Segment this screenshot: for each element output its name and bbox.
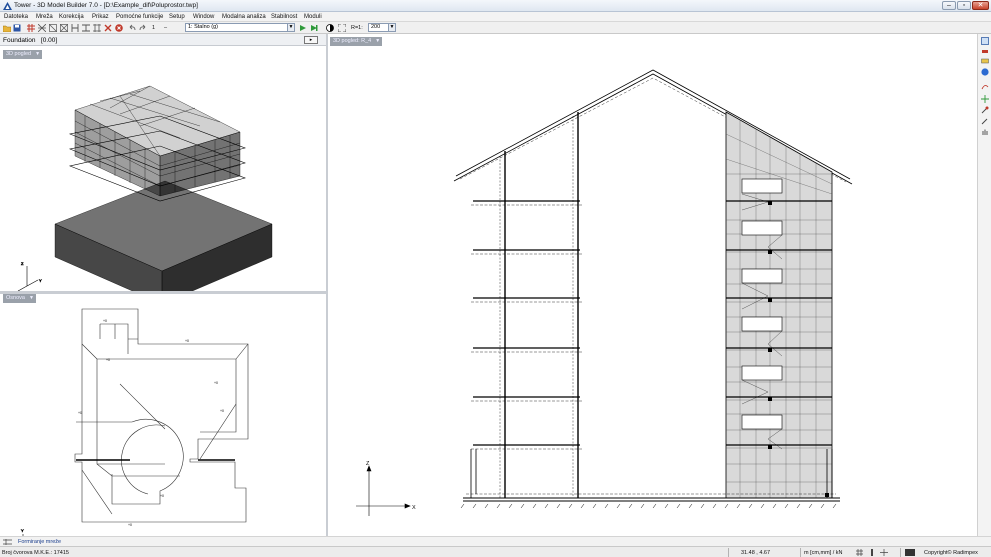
ratio-label: R=1: — [351, 25, 363, 31]
save-icon[interactable] — [13, 24, 21, 32]
menu-korekcija[interactable]: Korekcija — [59, 14, 84, 20]
undo-icon[interactable] — [128, 24, 136, 32]
menu-moduli[interactable]: Moduli — [304, 14, 322, 20]
3d-view-icon[interactable] — [981, 37, 989, 45]
axis-triad-icon: Z X Y — [17, 261, 42, 291]
info-icon[interactable] — [981, 68, 989, 76]
level-value: [0.00] — [40, 36, 58, 44]
print-icon[interactable] — [981, 47, 989, 55]
tower-wireframe — [74, 85, 241, 197]
tab-formiranje-mreze[interactable]: Formiranje mreže — [18, 539, 61, 545]
chevron-down-icon[interactable]: ▼ — [287, 24, 294, 31]
units-display[interactable]: m [cm,mm] / kN — [804, 550, 843, 556]
toolbar: 1 – 1: Stalno (g) ▼ R=1: 200 ▼ — [0, 22, 991, 34]
previous-case-icon[interactable] — [299, 24, 307, 32]
load-case-select[interactable]: 1: Stalno (g) ▼ — [185, 23, 295, 32]
pencil-icon[interactable] — [981, 117, 989, 125]
mesh-cross-icon[interactable] — [60, 24, 68, 32]
menu-window[interactable]: Window — [193, 14, 214, 20]
menu-setup[interactable]: Setup — [169, 14, 185, 20]
mesh-h-icon[interactable] — [71, 24, 79, 32]
svg-text:+0: +0 — [103, 319, 107, 323]
rotate-icon[interactable] — [981, 83, 989, 91]
redo-icon[interactable] — [139, 24, 147, 32]
stop-icon[interactable] — [115, 24, 123, 32]
mesh-i-icon[interactable] — [82, 24, 90, 32]
contrast-icon[interactable] — [326, 24, 334, 32]
hand-icon[interactable] — [981, 128, 989, 136]
axis-x-label: X — [412, 505, 416, 511]
copyright: Copyright© Radimpex — [924, 549, 978, 556]
close-button[interactable]: ✕ — [972, 1, 989, 10]
svg-text:Y: Y — [39, 278, 42, 283]
svg-text:+0: +0 — [185, 339, 189, 343]
ortho-toggle-icon[interactable] — [880, 549, 888, 556]
elevation-drawing[interactable]: X Z — [328, 34, 977, 536]
menu-mreza[interactable]: Mreža — [36, 14, 53, 20]
columns — [504, 112, 579, 498]
svg-text:+0: +0 — [214, 381, 218, 385]
chevron-down-icon[interactable]: ▼ — [388, 24, 395, 31]
footer-tab-bar: Formiranje mreže — [0, 536, 991, 546]
ratio-select[interactable]: 200 ▼ — [368, 23, 396, 32]
mesh-grid-icon[interactable] — [27, 24, 35, 32]
elevation-panel: 3D pogled: R_4 ▼ X Z — [328, 34, 977, 536]
shear-wall — [725, 111, 833, 499]
foundation-block — [54, 180, 273, 291]
foundation-header: Foundation [0.00] ▸ — [0, 34, 326, 46]
grid-toggle-icon[interactable] — [856, 549, 863, 556]
radimpex-logo-icon — [905, 549, 915, 556]
mesh-tab-icon — [3, 539, 12, 545]
load-case-value: 1: Stalno (g) — [188, 24, 218, 30]
svg-text:+0: +0 — [128, 523, 132, 527]
zoom-icon[interactable] — [981, 106, 989, 114]
svg-text:Z: Z — [21, 261, 24, 266]
mesh-ii-icon[interactable] — [93, 24, 101, 32]
layers-icon[interactable] — [981, 57, 989, 65]
plan-view[interactable]: +0 +0 +0 +0 +0 +0 +0 +0 Y X — [0, 294, 326, 536]
maximize-button[interactable]: ▫ — [957, 1, 971, 10]
app-logo-icon — [3, 2, 12, 10]
minimize-button[interactable]: – — [942, 1, 956, 10]
next-level-button[interactable]: ▸ — [304, 35, 318, 44]
open-folder-icon[interactable] — [3, 24, 11, 32]
menu-prikaz[interactable]: Prikaz — [92, 14, 109, 20]
plan-axis-icon: Y X — [21, 528, 24, 536]
node-count: Broj čvorova M.K.E.: 17415 — [2, 549, 69, 556]
mesh-x-icon[interactable] — [38, 24, 46, 32]
svg-text:+0: +0 — [160, 494, 164, 498]
cursor-coordinates: 31.48 , 4.67 — [741, 549, 771, 556]
menu-modalna-analiza[interactable]: Modalna analiza — [222, 14, 266, 20]
3d-model-view[interactable]: Z X Y — [0, 46, 326, 291]
delete-mesh-icon[interactable] — [104, 24, 112, 32]
menu-pomocne-funkcije[interactable]: Pomoćne funkcije — [116, 14, 163, 20]
next-case-icon[interactable] — [310, 24, 318, 32]
svg-text:+0: +0 — [220, 409, 224, 413]
title-bar: Tower - 3D Model Builder 7.0 - [D:\Examp… — [0, 0, 991, 12]
menu-bar: Datoteka Mreža Korekcija Prikaz Pomoćne … — [0, 12, 991, 22]
left-panel: Foundation [0.00] ▸ 3D pogled ▼ Z Y Osno… — [0, 34, 328, 536]
status-bar: Broj čvorova M.K.E.: 17415 31.48 , 4.67 … — [0, 546, 991, 557]
elevation-axis-icon — [356, 465, 411, 516]
svg-text:Y: Y — [21, 528, 24, 533]
snap-toggle-icon[interactable] — [870, 549, 874, 556]
level-name: Foundation — [3, 36, 36, 44]
pan-icon[interactable] — [981, 95, 989, 103]
window-title: Tower - 3D Model Builder 7.0 - [D:\Examp… — [14, 2, 198, 9]
svg-text:+0: +0 — [78, 411, 82, 415]
menu-datoteka[interactable]: Datoteka — [4, 14, 28, 20]
svg-text:+0: +0 — [106, 358, 110, 362]
axis-z-label: Z — [366, 461, 370, 467]
right-toolbar — [977, 34, 991, 536]
minus-icon[interactable]: – — [164, 25, 167, 31]
fit-view-icon[interactable] — [338, 24, 346, 32]
menu-stabilnost[interactable]: Stabilnost — [271, 14, 297, 20]
column-offsets — [499, 116, 574, 498]
supports — [460, 503, 837, 509]
mesh-diag-icon[interactable] — [49, 24, 57, 32]
case-number: 1 — [152, 25, 156, 31]
ratio-value: 200 — [371, 24, 381, 30]
